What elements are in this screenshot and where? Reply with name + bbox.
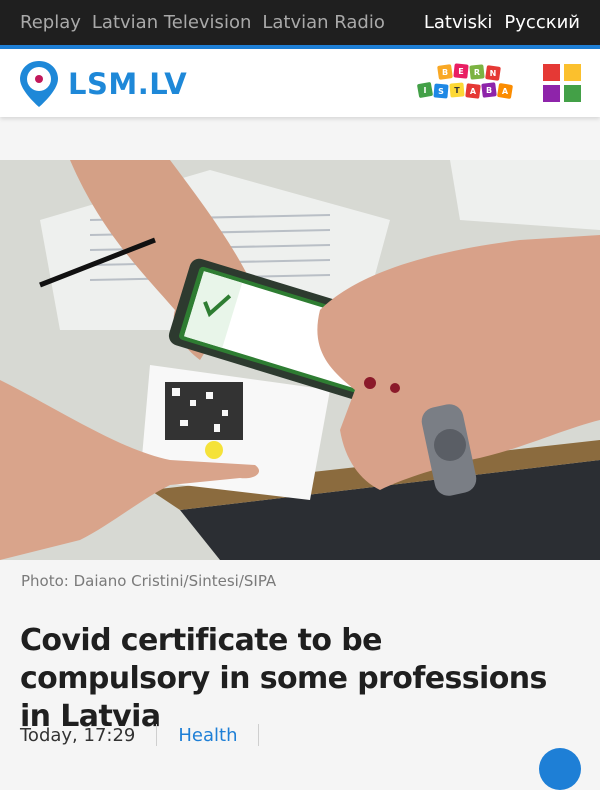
- media-links: Replay Latvian Television Latvian Radio: [0, 12, 385, 33]
- logo-text: LSM.LV: [68, 67, 188, 101]
- svg-text:E: E: [458, 67, 463, 76]
- svg-text:A: A: [470, 87, 477, 96]
- grid-square-yellow: [564, 64, 581, 81]
- grid-square-green: [564, 85, 581, 102]
- svg-text:N: N: [490, 69, 497, 78]
- latvian-radio-link[interactable]: Latvian Radio: [262, 12, 385, 33]
- meta-divider: [156, 724, 158, 746]
- svg-text:B: B: [486, 86, 492, 95]
- meta-divider: [258, 724, 260, 746]
- bernistaba-logo[interactable]: B E R N I S T A B A: [416, 63, 522, 103]
- svg-text:I: I: [424, 86, 427, 95]
- replay-link[interactable]: Replay: [20, 12, 81, 33]
- svg-text:R: R: [474, 68, 480, 77]
- article-meta: Today, 17:29 Health: [20, 724, 280, 746]
- svg-text:T: T: [454, 86, 460, 95]
- location-pin-icon: [20, 61, 58, 107]
- grid-square-red: [543, 64, 560, 81]
- article-title: Covid certificate to be compulsory in so…: [20, 623, 547, 734]
- category-link-health[interactable]: Health: [178, 725, 237, 746]
- language-latvian-link[interactable]: Latviski: [424, 12, 493, 33]
- share-button[interactable]: [539, 748, 581, 790]
- top-nav-bar: Replay Latvian Television Latvian Radio …: [0, 0, 600, 45]
- svg-text:S: S: [438, 87, 444, 96]
- lsm-logo-link[interactable]: LSM.LV: [18, 59, 187, 109]
- latvian-television-link[interactable]: Latvian Television: [92, 12, 251, 33]
- language-russian-link[interactable]: Русский: [504, 12, 580, 33]
- covid-certificate-scan-image: [0, 160, 600, 560]
- article-date: Today, 17:29: [20, 724, 136, 746]
- svg-text:A: A: [502, 87, 509, 96]
- article-photo: [0, 160, 600, 560]
- menu-grid-icon[interactable]: [543, 64, 581, 102]
- language-switcher: Latviski Русский: [424, 12, 600, 33]
- site-header: LSM.LV B E R N I S T A B A: [0, 49, 600, 117]
- svg-text:B: B: [442, 68, 448, 77]
- photo-caption: Photo: Daiano Cristini/Sintesi/SIPA: [21, 572, 277, 590]
- grid-square-purple: [543, 85, 560, 102]
